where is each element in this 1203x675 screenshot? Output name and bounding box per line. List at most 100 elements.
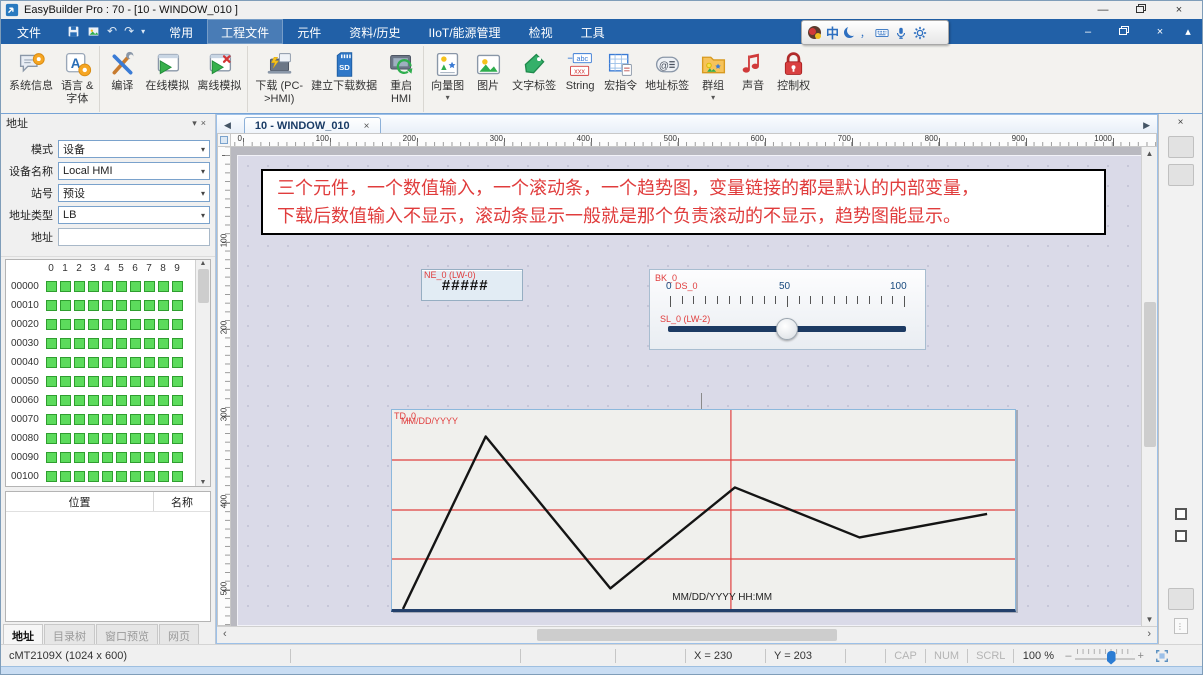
close-button[interactable]: × — [1160, 4, 1198, 16]
address-bit-cell[interactable] — [58, 357, 72, 368]
zoom-slider[interactable] — [1075, 649, 1135, 663]
address-bit-cell[interactable] — [72, 338, 86, 349]
doc-close-button[interactable]: × — [1142, 26, 1178, 38]
address-bit-cell[interactable] — [58, 395, 72, 406]
hscroll-left-icon[interactable]: ‹ — [223, 628, 227, 640]
address-bit-cell[interactable] — [44, 395, 58, 406]
address-bit-cell[interactable] — [86, 471, 100, 482]
address-bit-cell[interactable] — [142, 452, 156, 463]
address-bit-cell[interactable] — [156, 376, 170, 387]
tab-scroll-left-icon[interactable]: ◀ — [219, 120, 236, 133]
design-canvas[interactable]: 三个元件，一个数值输入，一个滚动条，一个趋势图，变量链接的都是默认的内部变量， … — [231, 147, 1141, 626]
scroll-down-icon[interactable]: ▼ — [200, 479, 207, 486]
address-bit-cell[interactable] — [44, 414, 58, 425]
zoom-out-button[interactable]: – — [1062, 650, 1074, 662]
menu-tab-元件[interactable]: 元件 — [283, 19, 335, 44]
ribbon-vector-graphic-button[interactable]: 向量图▾ — [423, 46, 468, 112]
scrollbar-widget[interactable]: BK_0 0 DS_0 50 100 SL_0 (LW-2) — [649, 269, 926, 350]
address-bit-cell[interactable] — [58, 471, 72, 482]
address-bit-cell[interactable] — [170, 300, 184, 311]
ribbon-compile-button[interactable]: 编译 — [99, 46, 141, 112]
address-bit-cell[interactable] — [58, 433, 72, 444]
address-bit-cell[interactable] — [128, 433, 142, 444]
address-bit-cell[interactable] — [72, 452, 86, 463]
gear-icon[interactable] — [913, 26, 927, 40]
address-bit-cell[interactable] — [100, 414, 114, 425]
address-bit-cell[interactable] — [86, 395, 100, 406]
address-bit-cell[interactable] — [100, 338, 114, 349]
address-bit-cell[interactable] — [44, 281, 58, 292]
export-image-icon[interactable] — [87, 25, 100, 38]
scroll-thumb[interactable] — [198, 269, 209, 303]
address-bit-cell[interactable] — [58, 319, 72, 330]
ribbon-text-label-button[interactable]: 文字标签 — [508, 46, 560, 112]
address-bit-cell[interactable] — [72, 357, 86, 368]
menu-tab-检视[interactable]: 检视 — [515, 19, 567, 44]
sogou-input-icon[interactable] — [808, 26, 821, 39]
grid-scrollbar[interactable]: ▲ ▼ — [195, 260, 210, 486]
ribbon-system-info-button[interactable]: 系统信息 — [5, 46, 57, 112]
address-bit-cell[interactable] — [114, 395, 128, 406]
ribbon-build-download-button[interactable]: SD建立下载数据 — [307, 46, 381, 112]
address-bit-cell[interactable] — [86, 357, 100, 368]
address-bit-cell[interactable] — [128, 300, 142, 311]
address-bit-cell[interactable] — [170, 338, 184, 349]
ribbon-macro-button[interactable]: 宏指令 — [600, 46, 641, 112]
address-bit-cell[interactable] — [86, 414, 100, 425]
address-bit-cell[interactable] — [156, 319, 170, 330]
address-bit-cell[interactable] — [100, 471, 114, 482]
address-bit-cell[interactable] — [128, 471, 142, 482]
dock-button[interactable] — [1168, 164, 1194, 186]
ribbon-language-font-button[interactable]: A语言 &字体 — [57, 46, 97, 112]
scroll-up-icon[interactable]: ▲ — [200, 260, 207, 267]
address-bit-cell[interactable] — [142, 319, 156, 330]
address-bit-cell[interactable] — [114, 357, 128, 368]
address-bit-cell[interactable] — [86, 452, 100, 463]
zoom-slider-thumb[interactable] — [1107, 651, 1116, 665]
address-bit-cell[interactable] — [44, 300, 58, 311]
address-bit-cell[interactable] — [100, 452, 114, 463]
address-bit-cell[interactable] — [142, 414, 156, 425]
address-bit-cell[interactable] — [128, 357, 142, 368]
address-bit-cell[interactable] — [114, 338, 128, 349]
address-bit-cell[interactable] — [44, 319, 58, 330]
address-bit-cell[interactable] — [86, 338, 100, 349]
address-bit-cell[interactable] — [44, 376, 58, 387]
collapse-ribbon-icon[interactable]: ▴ — [1178, 25, 1198, 38]
address-bit-cell[interactable] — [170, 376, 184, 387]
canvas-vscrollbar[interactable]: ▲ ▼ — [1141, 147, 1157, 626]
doc-minimize-button[interactable]: – — [1070, 26, 1106, 38]
ribbon-group-button[interactable]: 群组▾ — [693, 46, 733, 112]
menu-tab-常用[interactable]: 常用 — [155, 19, 207, 44]
ribbon-restart-hmi-button[interactable]: 重启HMI — [381, 46, 421, 112]
ribbon-string-button[interactable]: abcxxxString — [560, 46, 600, 112]
address-bit-cell[interactable] — [44, 433, 58, 444]
vscroll-up-icon[interactable]: ▲ — [1142, 149, 1157, 158]
address-bit-cell[interactable] — [114, 300, 128, 311]
dropdown-arrow-icon[interactable]: ▾ — [446, 93, 450, 102]
address-bit-cell[interactable] — [72, 281, 86, 292]
address-bit-cell[interactable] — [170, 319, 184, 330]
undo-icon[interactable]: ↶ — [107, 25, 117, 38]
menu-file[interactable]: 文件 — [1, 19, 57, 44]
dock-button[interactable] — [1168, 136, 1194, 158]
restore-button[interactable] — [1122, 4, 1160, 16]
address-bit-cell[interactable] — [72, 319, 86, 330]
address-bit-cell[interactable] — [44, 357, 58, 368]
ribbon-control-token-button[interactable]: 控制权 — [773, 46, 814, 112]
address-bit-cell[interactable] — [142, 338, 156, 349]
address-bit-cell[interactable] — [114, 433, 128, 444]
address-bit-cell[interactable] — [128, 281, 142, 292]
microphone-icon[interactable] — [894, 26, 908, 40]
address-bit-cell[interactable] — [100, 357, 114, 368]
ime-chinese-mode[interactable]: 中 — [826, 23, 839, 42]
address-bit-cell[interactable] — [72, 433, 86, 444]
ribbon-picture-button[interactable]: 图片 — [468, 46, 508, 112]
address-bit-cell[interactable] — [86, 281, 100, 292]
address-bit-cell[interactable] — [100, 395, 114, 406]
address-bit-cell[interactable] — [72, 471, 86, 482]
address-bit-cell[interactable] — [156, 300, 170, 311]
address-bit-cell[interactable] — [58, 452, 72, 463]
vscroll-down-icon[interactable]: ▼ — [1142, 615, 1157, 624]
address-bit-cell[interactable] — [142, 376, 156, 387]
